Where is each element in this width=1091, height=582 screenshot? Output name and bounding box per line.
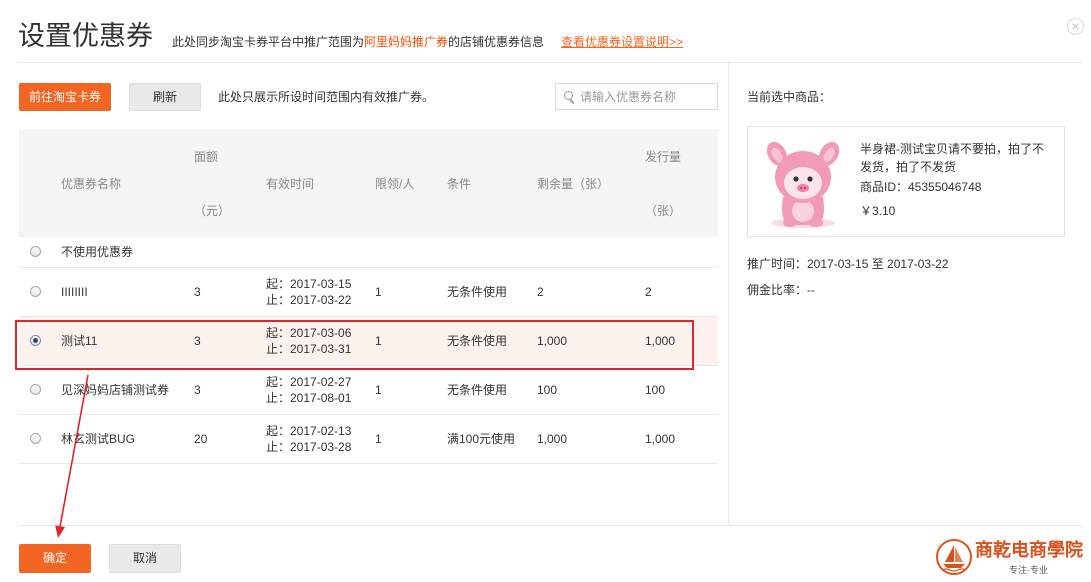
coupon-help-link[interactable]: 查看优惠券设置说明>> — [561, 34, 683, 50]
product-id: 商品ID：45355046748 — [860, 180, 982, 194]
coupon-limit: 1 — [375, 334, 382, 348]
coupon-condition: 满100元使用 — [447, 432, 516, 446]
coupon-condition: 无条件使用 — [447, 285, 508, 299]
confirm-button[interactable]: 确定 — [19, 544, 91, 573]
header-divider — [18, 62, 1083, 63]
coupon-issued: 100 — [645, 383, 666, 397]
table-row[interactable]: 见深妈妈店铺测试券 3 起：2017-02-27 止：2017-08-01 1 … — [19, 366, 718, 415]
coupon-valid-time: 起：2017-02-13 止：2017-03-28 — [266, 415, 351, 463]
table-header: 优惠券名称 面额 （元） 有效时间 限领/人 条件 剩余量（张） 发行量 （张） — [19, 129, 718, 237]
product-image-icon — [759, 139, 847, 229]
coupon-search-box[interactable] — [555, 83, 718, 110]
logo-tagline: 专注·专业 — [1009, 565, 1048, 575]
coupon-valid-time: 起：2017-03-06 止：2017-03-31 — [266, 317, 351, 365]
coupon-radio[interactable] — [30, 286, 41, 297]
coupon-name: 林玄测试BUG — [61, 432, 136, 446]
column-header-limit: 限领/人 — [375, 177, 415, 191]
coupon-limit: 1 — [375, 285, 382, 299]
no-coupon-label: 不使用优惠券 — [61, 245, 134, 259]
coupon-limit: 1 — [375, 383, 382, 397]
coupon-name: IIIIIIII — [61, 285, 88, 299]
product-title: 半身裙-测试宝贝请不要拍，拍了不发货，拍了不发货 — [860, 142, 1044, 174]
coupon-limit: 1 — [375, 432, 382, 446]
valid-from: 起：2017-03-06 — [266, 326, 352, 340]
logo-text: 商乾电商學院 — [975, 540, 1083, 561]
coupon-valid-time: 起：2017-02-27 止：2017-08-01 — [266, 366, 351, 414]
commission-rate: 佣金比率：-- — [747, 283, 815, 297]
coupon-remaining: 1,000 — [537, 334, 568, 348]
valid-to: 止：2017-03-28 — [266, 440, 352, 454]
valid-from: 起：2017-03-15 — [266, 277, 352, 291]
table-row[interactable]: 林玄测试BUG 20 起：2017-02-13 止：2017-03-28 1 满… — [19, 415, 718, 464]
column-header-name: 优惠券名称 — [61, 177, 122, 191]
coupon-issued: 2 — [645, 285, 652, 299]
coupon-radio[interactable] — [30, 246, 41, 257]
coupon-remaining: 1,000 — [537, 432, 568, 446]
coupon-remaining: 100 — [537, 383, 558, 397]
column-header-amount: 面额 — [194, 150, 219, 164]
dialog-title: 设置优惠券 — [18, 21, 153, 51]
valid-to: 止：2017-03-22 — [266, 293, 352, 307]
coupon-search-input[interactable] — [580, 84, 715, 109]
description-highlight: 阿里妈妈推广券 — [364, 35, 449, 49]
coupon-name: 见深妈妈店铺测试券 — [61, 383, 170, 397]
coupon-condition: 无条件使用 — [447, 334, 508, 348]
column-header-condition: 条件 — [447, 177, 472, 191]
coupon-remaining: 2 — [537, 285, 544, 299]
coupon-amount: 3 — [194, 383, 201, 397]
footer-divider — [18, 525, 1083, 526]
valid-from: 起：2017-02-27 — [266, 375, 352, 389]
coupon-issued: 1,000 — [645, 432, 676, 446]
coupon-amount: 3 — [194, 285, 201, 299]
coupon-radio[interactable] — [30, 384, 41, 395]
column-header-issued-unit: （张） — [645, 204, 682, 218]
coupon-radio[interactable] — [30, 433, 41, 444]
coupon-name: 测试11 — [61, 334, 98, 348]
search-icon — [564, 91, 576, 104]
logo-emblem-icon — [936, 539, 972, 575]
column-header-valid-time: 有效时间 — [266, 177, 315, 191]
product-price: ￥3.10 — [860, 204, 896, 218]
cancel-button[interactable]: 取消 — [109, 544, 181, 573]
close-icon[interactable]: × — [1067, 18, 1084, 35]
product-card: 半身裙-测试宝贝请不要拍，拍了不发货，拍了不发货 商品ID：4535504674… — [747, 126, 1065, 237]
valid-from: 起：2017-02-13 — [266, 424, 352, 438]
promotion-time: 推广时间：2017-03-15 至 2017-03-22 — [747, 257, 949, 271]
coupon-valid-time: 起：2017-03-15 止：2017-03-22 — [266, 268, 351, 316]
coupon-table: 优惠券名称 面额 （元） 有效时间 限领/人 条件 剩余量（张） 发行量 （张）… — [19, 129, 718, 464]
table-row[interactable]: 测试11 3 起：2017-03-06 止：2017-03-31 1 无条件使用… — [19, 317, 718, 366]
goto-taobao-coupon-button[interactable]: 前往淘宝卡券 — [19, 83, 111, 111]
dialog-description: 此处同步淘宝卡券平台中推广范围为阿里妈妈推广券的店铺优惠券信息 — [172, 34, 544, 50]
column-header-issued: 发行量 — [645, 150, 682, 164]
column-header-amount-unit: （元） — [194, 204, 231, 218]
valid-to: 止：2017-08-01 — [266, 391, 352, 405]
coupon-amount: 20 — [194, 432, 208, 446]
refresh-button[interactable]: 刷新 — [129, 83, 201, 111]
column-header-remaining: 剩余量（张） — [537, 177, 610, 191]
valid-to: 止：2017-03-31 — [266, 342, 352, 356]
description-suffix: 的店铺优惠券信息 — [448, 35, 545, 49]
brand-logo: 商乾电商學院 专注·专业 — [935, 536, 1085, 580]
table-row[interactable]: IIIIIIII 3 起：2017-03-15 止：2017-03-22 1 无… — [19, 268, 718, 317]
coupon-issued: 1,000 — [645, 334, 676, 348]
selected-product-heading: 当前选中商品： — [747, 90, 832, 104]
table-row-no-coupon[interactable]: 不使用优惠券 — [19, 237, 718, 268]
description-prefix: 此处同步淘宝卡券平台中推广范围为 — [172, 35, 365, 49]
toolbar-note: 此处只展示所设时间范围内有效推广券。 — [218, 90, 435, 104]
coupon-radio[interactable] — [30, 335, 41, 346]
panel-divider — [728, 62, 729, 525]
coupon-amount: 3 — [194, 334, 201, 348]
coupon-condition: 无条件使用 — [447, 383, 508, 397]
